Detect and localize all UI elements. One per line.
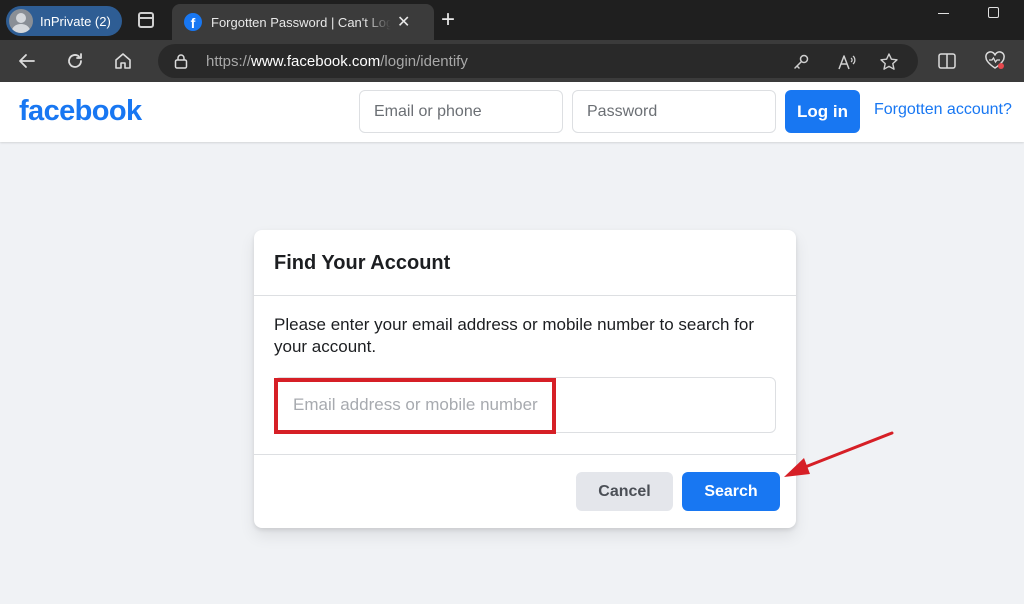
lock-icon[interactable]: [174, 53, 188, 69]
home-icon[interactable]: [110, 48, 136, 74]
card-instructions: Please enter your email address or mobil…: [274, 315, 755, 356]
url-path: /login/identify: [380, 53, 468, 70]
card-divider-top: [254, 295, 796, 296]
browser-toolbar: https://www.facebook.com/login/identify: [0, 40, 1024, 82]
facebook-logo[interactable]: facebook: [19, 95, 142, 128]
favorite-star-icon[interactable]: [878, 51, 900, 73]
tab-title: Forgotten Password | Can't Log In: [211, 14, 391, 30]
find-account-card: Find Your Account Please enter your emai…: [254, 230, 796, 528]
header-password-input[interactable]: [572, 90, 776, 133]
browser-tab-active[interactable]: f Forgotten Password | Can't Log In ✕: [172, 4, 434, 40]
split-screen-icon[interactable]: [934, 48, 960, 74]
login-button[interactable]: Log in: [785, 90, 860, 133]
url-text[interactable]: https://www.facebook.com/login/identify: [206, 53, 468, 70]
email-or-mobile-input[interactable]: [274, 377, 776, 433]
tab-actions-icon[interactable]: [138, 12, 154, 28]
back-icon[interactable]: [14, 48, 40, 74]
facebook-favicon-icon: f: [184, 13, 202, 31]
card-title: Find Your Account: [274, 252, 451, 274]
browser-essentials-icon[interactable]: [982, 48, 1008, 74]
header-email-input[interactable]: [359, 90, 563, 133]
url-prefix: https://: [206, 53, 252, 70]
inprivate-profile-button[interactable]: InPrivate (2): [6, 6, 122, 36]
window-maximize-icon[interactable]: [988, 7, 999, 18]
forgotten-account-link[interactable]: Forgotten account?: [874, 101, 1012, 119]
search-arrow-annotation: [784, 431, 894, 477]
address-bar[interactable]: https://www.facebook.com/login/identify: [158, 44, 918, 78]
browser-tab-bar: InPrivate (2) f Forgotten Password | Can…: [0, 0, 1024, 40]
inprivate-label: InPrivate (2): [40, 13, 111, 29]
refresh-icon[interactable]: [62, 48, 88, 74]
cancel-button[interactable]: Cancel: [576, 472, 673, 511]
read-aloud-icon[interactable]: [836, 51, 858, 73]
facebook-header: facebook Log in Forgotten account?: [0, 82, 1024, 142]
new-tab-button[interactable]: +: [441, 6, 455, 34]
url-host: www.facebook.com: [251, 53, 381, 70]
window-minimize-icon[interactable]: [938, 13, 949, 14]
tab-close-icon[interactable]: ✕: [397, 12, 410, 32]
search-button[interactable]: Search: [682, 472, 780, 511]
key-icon[interactable]: [790, 51, 812, 73]
card-divider-bottom: [254, 454, 796, 455]
profile-avatar-icon: [9, 9, 33, 33]
